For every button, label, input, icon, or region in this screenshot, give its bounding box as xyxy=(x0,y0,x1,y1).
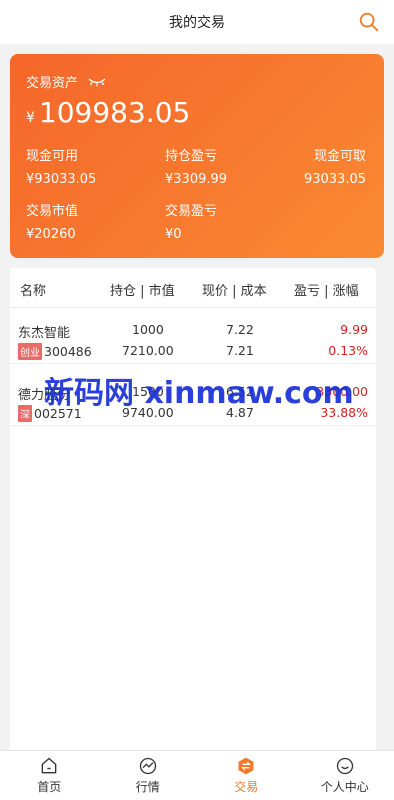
bottom-tab-bar: 首页 行情 交易 个人中心 xyxy=(0,750,394,800)
profit-loss: 9.99 xyxy=(340,322,368,337)
stat-label: 现金可取 xyxy=(313,149,366,164)
header-pl: 盈亏 | 涨幅 xyxy=(294,284,359,299)
exchange-icon xyxy=(238,757,254,775)
market-tag: 创业 xyxy=(18,343,42,360)
market-tag: 深 xyxy=(18,405,32,422)
change-percent: 0.13% xyxy=(328,343,368,358)
stat-value: ¥20260 xyxy=(26,227,76,242)
tab-trade[interactable]: 交易 xyxy=(197,751,296,800)
stat-cash-withdrawable: 现金可取 93033.05 xyxy=(304,145,366,187)
asset-card: 交易资产 ¥ 109983.05 现金可用 ¥93033.05 持仓盈亏 ¥33… xyxy=(10,54,384,258)
tab-label: 首页 xyxy=(37,780,62,794)
stock-code: 300486 xyxy=(44,344,92,359)
home-icon xyxy=(41,757,57,774)
asset-label-wrap: 交易资产 xyxy=(26,72,106,91)
header-position: 持仓 | 市值 xyxy=(110,284,175,299)
stat-label: 交易盈亏 xyxy=(165,204,218,219)
tab-market[interactable]: 行情 xyxy=(99,751,198,800)
position-qty: 1000 xyxy=(132,322,164,337)
stat-label: 现金可用 xyxy=(26,149,79,164)
cost-price: 7.21 xyxy=(226,343,254,358)
watermark: 新码网 xinmaw.com xyxy=(44,376,354,411)
table-row[interactable]: 东杰智能 创业 300486 1000 7210.00 7.22 7.21 9.… xyxy=(10,310,376,364)
stock-code-wrap: 创业 300486 xyxy=(18,343,92,360)
stat-label: 交易市值 xyxy=(26,204,79,219)
tab-label: 行情 xyxy=(135,780,160,794)
asset-value: ¥ 109983.05 xyxy=(26,96,190,129)
chart-icon xyxy=(139,757,156,775)
page-title: 我的交易 xyxy=(169,15,225,31)
top-bar: 我的交易 xyxy=(0,0,394,44)
eye-closed-icon[interactable] xyxy=(88,77,106,87)
stat-cash-available: 现金可用 ¥93033.05 xyxy=(26,145,96,187)
header-price: 现价 | 成本 xyxy=(202,284,267,299)
user-icon xyxy=(336,757,353,775)
header-name: 名称 xyxy=(20,284,47,299)
stat-position-pl: 持仓盈亏 ¥3309.99 xyxy=(165,145,227,187)
stat-market-value: 交易市值 ¥20260 xyxy=(26,200,78,242)
currency-symbol: ¥ xyxy=(26,110,35,126)
table-header: 名称 持仓 | 市值 现价 | 成本 盈亏 | 涨幅 xyxy=(10,268,376,308)
stat-value: 93033.05 xyxy=(303,172,366,187)
asset-amount: 109983.05 xyxy=(38,96,191,129)
asset-label: 交易资产 xyxy=(26,76,79,91)
stock-name: 东杰智能 xyxy=(18,326,71,341)
tab-label: 个人中心 xyxy=(320,780,369,794)
search-icon[interactable] xyxy=(358,11,380,33)
stat-value: ¥0 xyxy=(165,227,182,242)
stat-trade-pl: 交易盈亏 ¥0 xyxy=(165,200,217,242)
tab-profile[interactable]: 个人中心 xyxy=(296,751,394,800)
holdings-panel: 名称 持仓 | 市值 现价 | 成本 盈亏 | 涨幅 东杰智能 创业 30048… xyxy=(10,268,376,750)
market-value: 7210.00 xyxy=(122,343,174,358)
stat-value: ¥93033.05 xyxy=(26,172,97,187)
stat-value: ¥3309.99 xyxy=(165,172,228,187)
tab-home[interactable]: 首页 xyxy=(0,751,99,800)
stat-label: 持仓盈亏 xyxy=(165,149,218,164)
current-price: 7.22 xyxy=(226,322,254,337)
tab-label: 交易 xyxy=(234,780,259,794)
